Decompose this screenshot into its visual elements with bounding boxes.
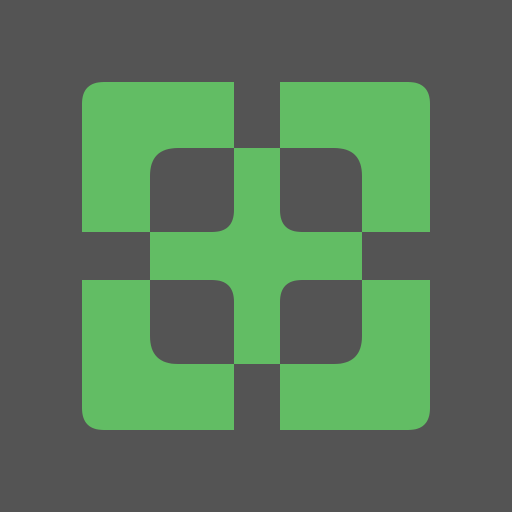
app-icon-background [0, 0, 512, 512]
grid-cross-logo-icon [0, 0, 512, 512]
